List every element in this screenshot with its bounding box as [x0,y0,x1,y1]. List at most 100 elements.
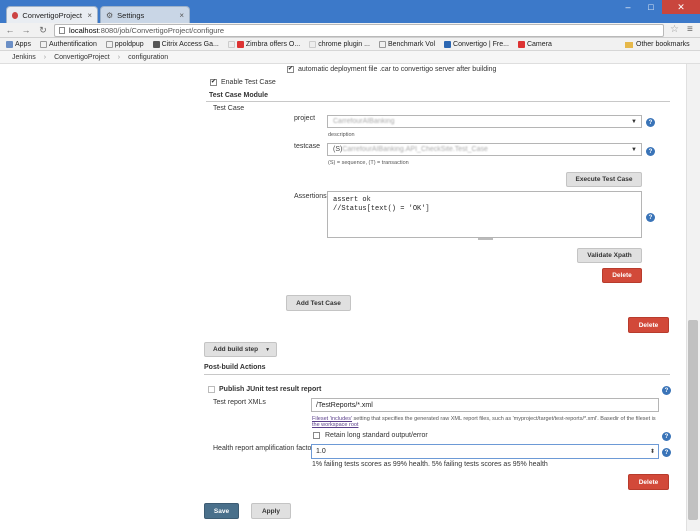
description-label: description [328,132,355,138]
help-icon[interactable]: ? [646,147,655,156]
testcase-label: testcase [294,143,321,150]
forward-arrow-icon[interactable]: → [20,24,32,36]
save-button[interactable]: Save [204,503,239,519]
testcase-hint: (S) = sequence, (T) = transaction [328,160,409,166]
close-icon[interactable]: × [179,11,184,20]
other-bookmarks[interactable]: Other bookmarks [625,38,690,51]
back-arrow-icon[interactable]: ← [4,24,16,36]
chevron-down-icon: ▼ [631,118,637,125]
address-bar[interactable]: localhost:8080/job/ConvertigoProject/con… [54,24,664,37]
window-close-button[interactable]: ✕ [662,0,700,14]
publish-junit-label: Publish JUnit test result report [219,386,322,393]
health-hint: 1% failing tests scores as 99% health. 5… [312,461,548,468]
browser-toolbar: ← → ↻ localhost:8080/job/ConvertigoProje… [0,23,700,38]
add-build-step-button[interactable]: Add build step ▼ [204,342,277,357]
breadcrumb-configuration[interactable]: configuration [128,54,168,61]
zimbra-icon [236,40,244,48]
chevron-right-icon: › [43,53,47,61]
bookmarks-bar: Apps Authentification ppoldpup Citrix Ac… [0,38,700,51]
maximize-button[interactable]: □ [640,0,662,14]
retain-output-label: Retain long standard output/error [325,432,428,439]
help-icon[interactable]: ? [662,448,671,457]
publish-junit-checkbox[interactable] [208,386,215,393]
bookmark-star-icon[interactable]: ☆ [670,24,679,35]
bookmark-zimbra[interactable]: Zimbra offers O... [227,40,300,48]
help-icon[interactable]: ? [662,386,671,395]
validate-xpath-button[interactable]: Validate Xpath [577,248,642,263]
enable-test-case-checkbox[interactable]: ✔ [210,79,217,86]
health-factor-input[interactable]: 1.0 ⬍ [311,444,659,459]
breadcrumb: Jenkins › ConvertigoProject › configurat… [0,51,700,64]
url-path: :8080/job/ConvertigoProject/configure [98,26,225,35]
bookmark-camera[interactable]: Camera [517,40,552,48]
project-select[interactable]: CarrefourAIBanking ▼ [327,115,642,128]
tab-settings[interactable]: ⚙ Settings × [100,6,190,23]
delete-assertion-button[interactable]: Delete [602,268,642,283]
chevron-down-icon: ▼ [631,146,637,153]
breadcrumb-jenkins[interactable]: Jenkins [12,54,36,61]
bookmark-benchmark[interactable]: Benchmark Vol [378,40,435,48]
breadcrumb-project[interactable]: ConvertigoProject [54,54,110,61]
test-case-module-title: Test Case Module [209,92,268,99]
workspace-root-link[interactable]: the workspace root [312,422,358,428]
add-test-case-button[interactable]: Add Test Case [286,295,351,311]
execute-test-case-button[interactable]: Execute Test Case [566,172,642,187]
spinner-icon[interactable]: ⬍ [650,448,655,455]
help-icon[interactable]: ? [646,118,655,127]
apply-button[interactable]: Apply [251,503,291,519]
post-build-actions-title: Post-build Actions [204,364,266,371]
testcase-prefix: (S) [333,146,343,153]
tab-title: Settings [117,10,145,20]
convertigo-icon [444,40,452,48]
section-divider [204,374,670,375]
test-report-xmls-label: Test report XMLs [213,399,266,406]
auto-deploy-checkbox[interactable]: ✔ [287,66,294,73]
resize-handle[interactable] [478,238,493,240]
tab-title: ConvertigoProject C [22,10,84,20]
fileset-hint: Fileset 'includes' setting that specifie… [312,416,656,428]
jenkins-favicon-icon [12,11,19,19]
section-divider [206,101,670,102]
testcase-value: CarrefourAIBanking.API_CheckSite.Test_Ca… [342,146,488,153]
bookmark-ppoldpup[interactable]: ppoldpup [105,40,144,48]
assertions-textarea[interactable]: assert ok //Status[text() = 'OK'] [327,191,642,238]
bookmark-convertigo[interactable]: Convertigo | Fre... [444,40,509,48]
page-icon [105,40,113,48]
scrollbar-thumb[interactable] [688,320,698,520]
assertions-label: Assertions [294,193,327,200]
project-value: CarrefourAIBanking [333,118,395,125]
enable-test-case-label: Enable Test Case [221,79,276,86]
bookmark-authentification[interactable]: Authentification [39,40,97,48]
test-report-xmls-input[interactable]: /TestReports/*.xml [311,398,659,412]
page-icon [59,27,65,34]
retain-output-checkbox[interactable] [313,432,320,439]
apps-grid-icon [6,40,13,48]
chevron-down-icon: ▼ [265,346,271,353]
bookmark-apps[interactable]: Apps [6,40,31,48]
url-host: localhost [69,26,99,35]
auto-deploy-label: automatic deployment file .car to conver… [298,66,497,73]
folder-icon [625,41,633,48]
minimize-button[interactable]: – [617,0,639,14]
citrix-icon [152,40,160,48]
delete-test-case-button[interactable]: Delete [628,317,669,333]
google-icon [227,40,235,48]
close-icon[interactable]: × [87,11,92,20]
menu-icon[interactable]: ≡ [687,24,693,35]
bookmark-chrome-plugin[interactable]: chrome plugin ... [309,40,370,48]
page-icon [39,40,47,48]
gear-icon: ⚙ [106,10,114,20]
help-icon[interactable]: ? [646,213,655,222]
page-icon [378,40,386,48]
zimbra-icon [517,40,525,48]
health-label: Health report amplification factor [213,445,314,452]
browser-titlebar: ConvertigoProject C × ⚙ Settings × – □ ✕ [0,0,700,23]
tab-convertigo-project[interactable]: ConvertigoProject C × [6,6,98,23]
delete-post-build-button[interactable]: Delete [628,474,669,490]
project-label: project [294,115,316,122]
testcase-select[interactable]: (S) CarrefourAIBanking.API_CheckSite.Test… [327,143,642,156]
bookmark-citrix[interactable]: Citrix Access Ga... [152,40,219,48]
test-case-label: Test Case [213,105,245,112]
reload-icon[interactable]: ↻ [37,24,49,36]
help-icon[interactable]: ? [662,432,671,441]
